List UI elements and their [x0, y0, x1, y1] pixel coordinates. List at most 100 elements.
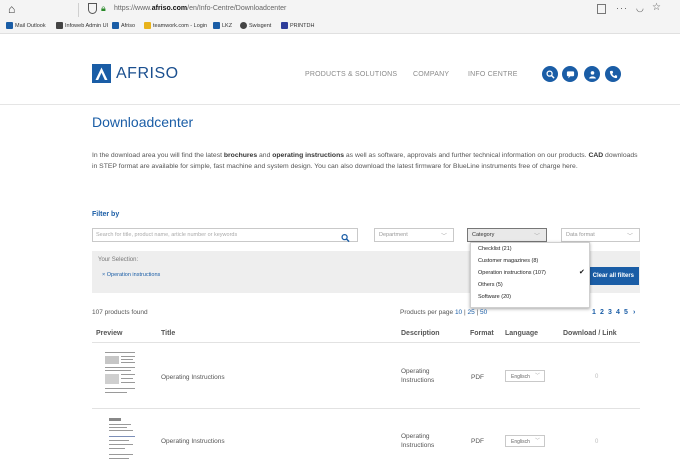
- bookmark-item[interactable]: Afriso: [112, 22, 135, 29]
- bookmark-favicon: [6, 22, 13, 29]
- thumbnail-line: [109, 444, 133, 445]
- selection-item[interactable]: × Operation instructions: [102, 272, 160, 278]
- thumbnail-line: [105, 392, 127, 393]
- category-option[interactable]: Software (20): [478, 294, 511, 300]
- bookmark-favicon: [56, 22, 63, 29]
- download-count[interactable]: 0: [595, 439, 598, 445]
- row-description: Operating Instructions: [401, 433, 435, 449]
- per-page-option[interactable]: 25: [467, 309, 474, 316]
- products-per-page: Products per page 10 | 25 | 50: [400, 309, 488, 316]
- tracking-shield-icon[interactable]: [88, 3, 97, 14]
- lock-icon[interactable]: 🔒︎: [101, 3, 106, 14]
- next-page-icon[interactable]: ›: [633, 309, 635, 316]
- page-2[interactable]: 2: [600, 309, 604, 316]
- selection-label: Your Selection:: [98, 257, 139, 263]
- nav-company[interactable]: COMPANY: [413, 71, 449, 78]
- user-icon[interactable]: [584, 66, 600, 82]
- nav-products-solutions[interactable]: PRODUCTS & SOLUTIONS: [305, 71, 397, 78]
- thumbnail-line: [105, 356, 119, 364]
- bookmarks-bar: Mail Outlook Infoweb Admin UI Afriso tea…: [0, 20, 680, 34]
- page-title: Downloadcenter: [92, 114, 194, 130]
- thumbnail-line: [109, 430, 133, 431]
- column-header-format: Format: [470, 330, 494, 337]
- afriso-logo[interactable]: AFRISO: [92, 64, 179, 83]
- bookmark-favicon: [240, 22, 247, 29]
- page-1[interactable]: 1: [592, 309, 596, 316]
- thumbnail-line: [121, 359, 133, 360]
- thumbnail-line: [105, 374, 119, 384]
- toolbar-divider: [78, 3, 79, 17]
- bookmark-item[interactable]: teamwork.com - Login: [144, 22, 207, 29]
- search-icon[interactable]: [341, 230, 350, 248]
- nav-info-centre[interactable]: INFO CENTRE: [468, 71, 518, 78]
- thumbnail-line: [109, 424, 131, 425]
- pocket-icon[interactable]: ◡: [636, 3, 644, 14]
- bookmark-item[interactable]: LKZ: [213, 22, 232, 29]
- language-select[interactable]: Englisch ﹀: [505, 370, 545, 382]
- department-select[interactable]: Department ﹀: [374, 228, 454, 242]
- bookmark-favicon: [144, 22, 151, 29]
- afriso-logo-mark: [92, 64, 111, 83]
- chevron-down-icon: ﹀: [533, 234, 540, 240]
- browser-toolbar: ⌂ 🔒︎ https://www.afriso.com/en/Info-Cent…: [0, 0, 680, 20]
- document-thumbnail[interactable]: [104, 350, 138, 396]
- download-count[interactable]: 0: [595, 374, 598, 380]
- column-header-description: Description: [401, 330, 440, 337]
- phone-icon[interactable]: [605, 66, 621, 82]
- language-select[interactable]: Englisch ﹀: [505, 435, 545, 447]
- bookmark-item[interactable]: PRINTDH: [281, 22, 314, 29]
- chat-icon[interactable]: [562, 66, 578, 82]
- thumbnail-line: [109, 448, 125, 449]
- row-format: PDF: [471, 438, 484, 445]
- document-thumbnail[interactable]: [104, 416, 138, 462]
- category-option[interactable]: Checklist (21): [478, 246, 512, 252]
- bookmark-item[interactable]: Swisgent: [240, 22, 271, 29]
- category-option[interactable]: Customer magazines (8): [478, 258, 538, 264]
- home-icon[interactable]: ⌂: [8, 2, 15, 16]
- bookmark-star-icon[interactable]: ☆: [652, 2, 661, 13]
- thumbnail-line: [109, 440, 129, 441]
- row-title[interactable]: Operating Instructions: [161, 374, 225, 381]
- bookmark-item[interactable]: Mail Outlook: [6, 22, 46, 29]
- row-title[interactable]: Operating Instructions: [161, 438, 225, 445]
- table-divider: [92, 408, 640, 409]
- thumbnail-line: [121, 382, 135, 383]
- category-option-selected[interactable]: Operation instructions (107): [478, 270, 546, 276]
- category-option[interactable]: Others (5): [478, 282, 503, 288]
- search-icon[interactable]: [542, 66, 558, 82]
- column-header-title: Title: [161, 330, 176, 337]
- department-select-label: Department: [379, 232, 408, 238]
- category-dropdown-menu: Checklist (21) Customer magazines (8) Op…: [470, 242, 590, 308]
- data-format-select-label: Data format: [566, 232, 595, 238]
- language-select-label: Englisch: [511, 439, 530, 445]
- thumbnail-line: [121, 356, 135, 357]
- thumbnail-line: [109, 454, 133, 455]
- category-select[interactable]: Category ﹀: [467, 228, 547, 242]
- page-actions-icon[interactable]: ···: [616, 3, 628, 13]
- thumbnail-line: [105, 352, 135, 353]
- search-input[interactable]: Search for title, product name, article …: [92, 228, 358, 243]
- logo-text: AFRISO: [116, 64, 179, 82]
- products-found: 107 products found: [92, 309, 148, 316]
- header-divider: [0, 104, 680, 105]
- thumbnail-line: [121, 374, 135, 375]
- checkmark-icon: ✔: [579, 269, 585, 276]
- url-field[interactable]: https://www.afriso.com/en/Info-Centre/Do…: [114, 5, 286, 12]
- reader-view-icon[interactable]: [597, 4, 606, 14]
- data-format-select[interactable]: Data format ﹀: [561, 228, 640, 242]
- thumbnail-line: [109, 418, 121, 421]
- page-5[interactable]: 5: [624, 309, 628, 316]
- thumbnail-line: [121, 378, 133, 379]
- chevron-down-icon: ﹀: [626, 234, 633, 240]
- clear-all-filters-button[interactable]: Clear all filters: [582, 267, 639, 285]
- per-page-option[interactable]: 50: [480, 309, 487, 316]
- bookmark-favicon: [112, 22, 119, 29]
- thumbnail-line: [105, 388, 135, 389]
- category-select-label: Category: [472, 232, 495, 238]
- bookmark-item[interactable]: Infoweb Admin UI: [56, 22, 108, 29]
- page-3[interactable]: 3: [608, 309, 612, 316]
- per-page-option[interactable]: 10: [455, 309, 462, 316]
- table-divider: [92, 342, 640, 343]
- page-4[interactable]: 4: [616, 309, 620, 316]
- thumbnail-line: [105, 370, 131, 371]
